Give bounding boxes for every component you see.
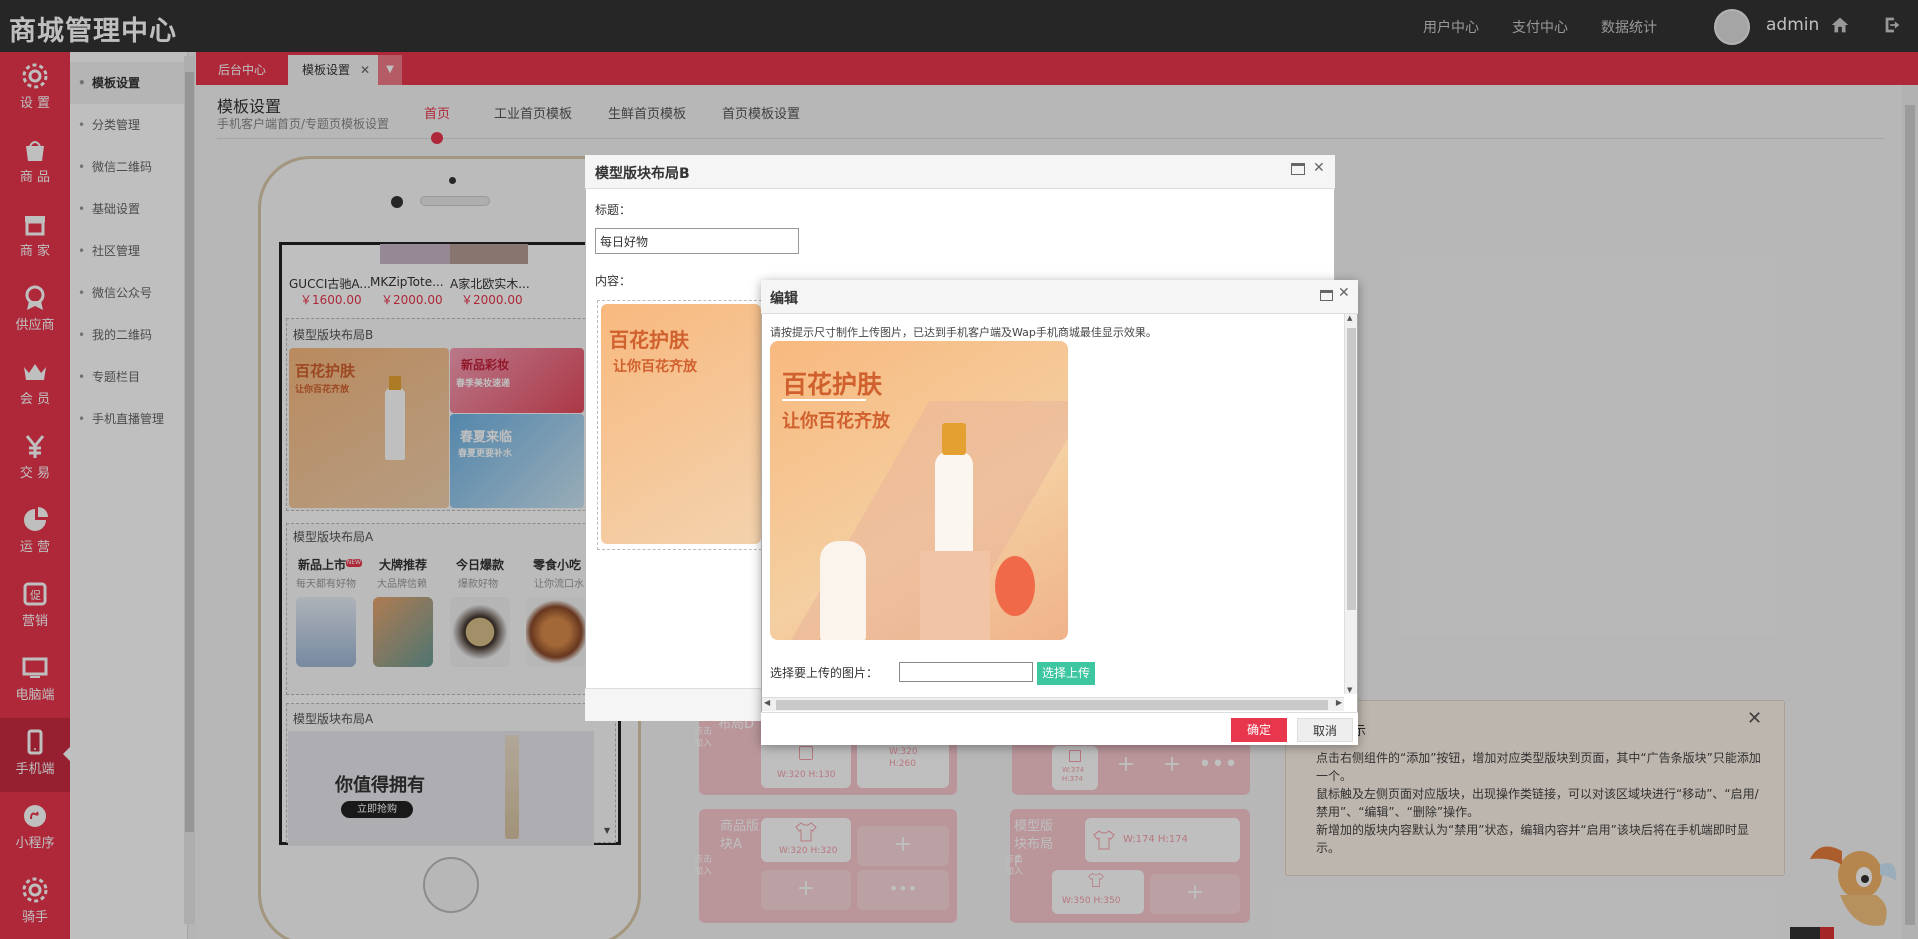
image-text: 百花护肤 — [782, 370, 883, 399]
modal-title: 编辑 — [770, 291, 798, 307]
upload-hint: 请按提示尺寸制作上传图片，已达到手机客户端及Wap手机商城最佳显示效果。 — [770, 326, 1157, 339]
bottle-cap — [942, 423, 966, 455]
maximize-icon[interactable] — [1291, 163, 1305, 175]
scroll-left-icon[interactable]: ◀ — [764, 698, 770, 707]
confirm-button[interactable]: 确定 — [1231, 718, 1287, 742]
upload-label: 选择要上传的图片： — [770, 666, 879, 680]
modal-title: 模型版块布局B — [595, 166, 690, 182]
scroll-up-icon[interactable]: ▲ — [1347, 314, 1352, 322]
vertical-scrollbar[interactable]: ▲ ▼ — [1344, 314, 1357, 694]
horizontal-scrollbar[interactable]: ◀ ▶ — [762, 697, 1344, 711]
preview-image: 百花护肤 让你百花齐放 — [770, 341, 1068, 640]
content-label: 内容： — [595, 274, 632, 288]
title-input[interactable] — [595, 228, 799, 254]
image-text: 让你百花齐放 — [782, 411, 890, 432]
divider — [782, 399, 866, 401]
scroll-down-icon[interactable]: ▼ — [1347, 686, 1352, 694]
title-label: 标题： — [595, 203, 632, 217]
flower-shape — [995, 556, 1035, 616]
select-upload-button[interactable]: 选择上传 — [1037, 662, 1095, 685]
scroll-right-icon[interactable]: ▶ — [1336, 698, 1342, 707]
close-icon[interactable]: ✕ — [1313, 160, 1325, 176]
podium-shape — [920, 551, 990, 640]
image-text: 让你百花齐放 — [613, 359, 697, 375]
file-input[interactable] — [899, 662, 1033, 682]
close-icon[interactable]: ✕ — [1338, 285, 1350, 301]
maximize-icon[interactable] — [1320, 290, 1333, 301]
image-text: 百花护肤 — [609, 328, 689, 352]
bottle-shape — [820, 541, 866, 640]
modal-header — [761, 280, 1358, 314]
content-image[interactable]: 百花护肤 让你百花齐放 — [601, 304, 761, 544]
cancel-button[interactable]: 取消 — [1297, 718, 1353, 742]
modal-header — [585, 155, 1335, 189]
